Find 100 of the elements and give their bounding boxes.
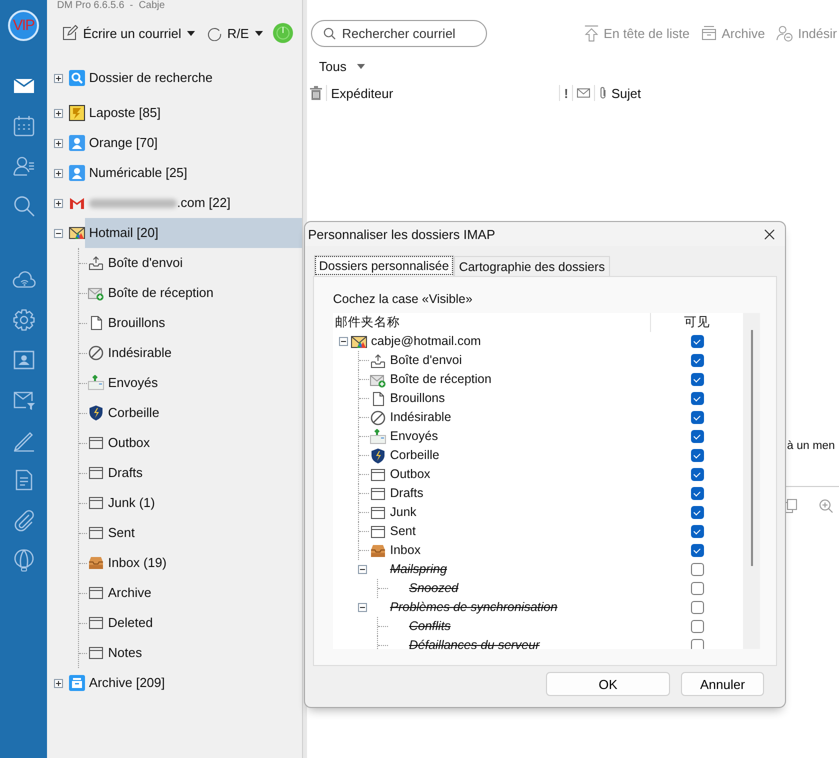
envelope-icon[interactable]: [577, 88, 590, 98]
account-name: .com [22]: [177, 194, 232, 212]
folder-item[interactable]: Sent: [104, 518, 139, 548]
collapse-icon[interactable]: [358, 565, 367, 574]
calendar-icon[interactable]: [12, 114, 36, 138]
search-icon[interactable]: [12, 194, 36, 218]
selected-account-row[interactable]: Hotmail [20]: [85, 218, 302, 248]
expand-icon[interactable]: [54, 108, 63, 118]
folder-item[interactable]: Boîte de réception: [104, 278, 218, 308]
contacts-icon[interactable]: [12, 154, 36, 178]
folder-item[interactable]: Notes: [104, 638, 146, 668]
archive-icon: [69, 675, 85, 691]
folder-item[interactable]: Archive: [104, 578, 156, 608]
folder-icon: [88, 615, 104, 631]
folder-item[interactable]: Boîte d'envoi: [104, 248, 187, 278]
visible-checkbox[interactable]: [690, 430, 704, 443]
trash-icon[interactable]: [310, 86, 322, 100]
blocked-icon: [88, 345, 104, 361]
visible-checkbox[interactable]: [690, 525, 704, 538]
folder-icon: [88, 465, 104, 481]
caret-icon[interactable]: [187, 30, 196, 36]
balloon-icon[interactable]: [12, 548, 36, 572]
folder-name: Junk: [389, 504, 416, 521]
sent-icon: [370, 428, 386, 444]
message-text: à un men: [787, 440, 835, 452]
instruction-text: Cochez la case «Visible»: [333, 292, 474, 308]
filter-dropdown[interactable]: Tous: [319, 58, 370, 74]
visible-checkbox[interactable]: [690, 639, 704, 649]
compose-button[interactable]: Écrire un courriel: [62, 25, 182, 41]
search-icon: [69, 70, 85, 86]
folder-icon: [370, 524, 386, 540]
expand-icon[interactable]: [54, 138, 63, 148]
tab[interactable]: Dossiers personnalisée: [314, 255, 454, 276]
folder-icon: [88, 525, 104, 541]
column-header[interactable]: 可见: [651, 314, 743, 331]
expand-icon[interactable]: [54, 74, 63, 82]
close-button[interactable]: [764, 228, 775, 240]
zoom-in-icon[interactable]: [819, 499, 833, 513]
visible-checkbox[interactable]: [690, 601, 704, 614]
folder-name: Outbox: [389, 466, 430, 483]
send-receive-button[interactable]: R/E: [207, 26, 249, 40]
tab[interactable]: Cartographie des dossiers: [454, 256, 610, 276]
visible-checkbox[interactable]: [690, 582, 704, 595]
folder-item[interactable]: Deleted: [104, 608, 157, 638]
expand-icon[interactable]: [54, 198, 63, 208]
collapse-icon[interactable]: [339, 337, 348, 346]
column-header[interactable]: Expéditeur: [331, 86, 555, 100]
visible-checkbox[interactable]: [690, 563, 704, 576]
column-header[interactable]: 邮件夹名称: [333, 313, 651, 332]
folder-name: Conflits: [408, 618, 451, 635]
expand-icon[interactable]: [54, 168, 63, 178]
visible-checkbox[interactable]: [690, 335, 704, 348]
collapse-icon[interactable]: [358, 603, 367, 612]
column-header[interactable]: Sujet: [611, 86, 641, 100]
column-header[interactable]: !: [564, 86, 568, 100]
account-name: Orange [70]: [88, 134, 159, 152]
dialog-button[interactable]: OK: [546, 672, 670, 696]
folder-name: Brouillons: [389, 390, 445, 407]
contact-card-icon[interactable]: [12, 348, 36, 372]
visible-checkbox[interactable]: [690, 544, 704, 557]
folder-name: cabje@hotmail.com: [370, 333, 481, 350]
paperclip-icon[interactable]: [599, 86, 608, 100]
person-block-icon: [776, 24, 793, 42]
visible-checkbox[interactable]: [690, 354, 704, 367]
visible-checkbox[interactable]: [690, 506, 704, 519]
folder-icon: [88, 645, 104, 661]
arrow-up-icon: [584, 24, 599, 42]
folder-item[interactable]: Drafts: [104, 458, 147, 488]
folder-icon: [370, 466, 386, 482]
dialog-title: Personnaliser les dossiers IMAP: [308, 226, 496, 242]
visible-checkbox[interactable]: [690, 468, 704, 481]
folder-item[interactable]: Outbox: [104, 428, 154, 458]
caret-icon[interactable]: [254, 30, 263, 36]
copy-icon[interactable]: [783, 499, 797, 513]
folder-name: Mailspring: [389, 561, 447, 578]
envelope-icon: [351, 334, 367, 350]
visible-checkbox[interactable]: [690, 620, 704, 633]
close-icon: [764, 228, 775, 240]
folder-item[interactable]: Indésirable: [104, 338, 176, 368]
folder-item[interactable]: Junk (1): [104, 488, 159, 518]
visible-checkbox[interactable]: [690, 487, 704, 500]
folder-item[interactable]: Envoyés: [104, 368, 162, 398]
window-title: DM Pro 6.6.5.6 - Cabje: [56, 0, 166, 12]
person-icon: [69, 135, 85, 151]
collapse-icon[interactable]: [54, 228, 63, 238]
settings-icon[interactable]: [12, 308, 36, 332]
folder-item[interactable]: Brouillons: [104, 308, 170, 338]
folder-item[interactable]: Corbeille: [104, 398, 164, 428]
visible-checkbox[interactable]: [690, 373, 704, 386]
folder-item[interactable]: Inbox (19): [104, 548, 171, 578]
outbox-icon: [370, 352, 386, 368]
paperclip-icon[interactable]: [12, 508, 36, 532]
expand-icon[interactable]: [54, 678, 63, 688]
scrollbar-thumb[interactable]: [751, 330, 753, 566]
search-field[interactable]: Rechercher courriel: [311, 20, 487, 46]
visible-checkbox[interactable]: [690, 449, 704, 462]
visible-checkbox[interactable]: [690, 392, 704, 405]
visible-checkbox[interactable]: [690, 411, 704, 424]
dialog-button[interactable]: Annuler: [681, 672, 764, 696]
folder-icon: [88, 495, 104, 511]
